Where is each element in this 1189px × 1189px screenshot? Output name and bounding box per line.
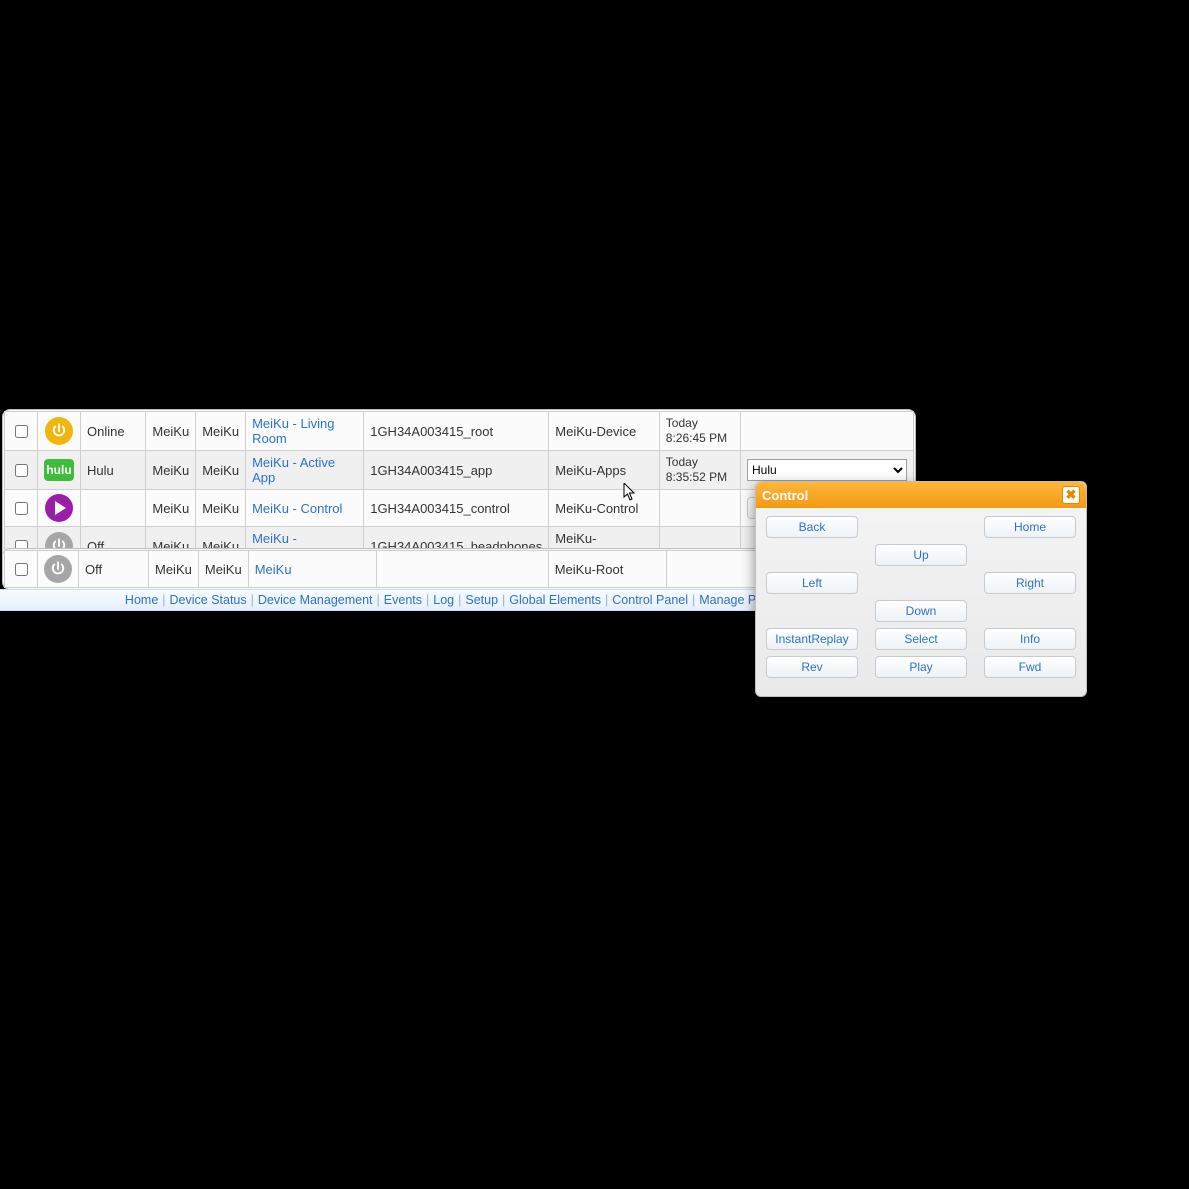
footer-link[interactable]: Log: [433, 593, 454, 607]
device-code: 1GH34A003415_root: [370, 424, 493, 439]
footer-link[interactable]: Home: [125, 593, 158, 607]
time-day: Today: [666, 455, 698, 469]
select-button[interactable]: Select: [875, 628, 967, 650]
app-select[interactable]: Hulu: [747, 459, 907, 481]
up-button[interactable]: Up: [875, 544, 967, 566]
row-checkbox[interactable]: [15, 502, 28, 515]
device-code: 1GH34A003415_control: [370, 501, 510, 516]
dialog-header[interactable]: Control ✖: [756, 482, 1086, 508]
vendor1: MeiKu: [152, 463, 189, 478]
dialog-title: Control: [762, 488, 1062, 503]
close-icon[interactable]: ✖: [1062, 486, 1080, 504]
play-icon: [45, 494, 73, 522]
vendor2: MeiKu: [202, 424, 239, 439]
status-text: Online: [87, 424, 125, 439]
footer-link[interactable]: Device Status: [170, 593, 247, 607]
footer-link[interactable]: Setup: [465, 593, 498, 607]
time-day: Today: [666, 416, 698, 430]
row-checkbox[interactable]: [15, 563, 28, 576]
device-type: MeiKu-Apps: [555, 463, 626, 478]
vendor1: MeiKu: [152, 501, 189, 516]
vendor1: MeiKu: [155, 562, 192, 577]
power-icon: [44, 555, 72, 583]
footer-link[interactable]: Control Panel: [612, 593, 688, 607]
back-button[interactable]: Back: [766, 516, 858, 538]
device-type: MeiKu-Device: [555, 424, 636, 439]
vendor1: MeiKu: [152, 424, 189, 439]
time-hms: 8:35:52 PM: [666, 470, 727, 484]
right-button[interactable]: Right: [984, 572, 1076, 594]
device-name-link[interactable]: MeiKu - Control: [252, 501, 342, 516]
fwd-button[interactable]: Fwd: [984, 656, 1076, 678]
device-type: MeiKu-Control: [555, 501, 638, 516]
status-text: Off: [85, 562, 102, 577]
play-button[interactable]: Play: [875, 656, 967, 678]
row-checkbox[interactable]: [15, 464, 28, 477]
home-button[interactable]: Home: [984, 516, 1076, 538]
device-name-link[interactable]: MeiKu - Active App: [252, 455, 335, 485]
table-row: Online MeiKu MeiKu MeiKu - Living Room 1GH34…: [5, 412, 914, 451]
info-button[interactable]: Info: [984, 628, 1076, 650]
footer-link[interactable]: Global Elements: [509, 593, 601, 607]
hulu-icon: hulu: [44, 459, 74, 481]
time-hms: 8:26:45 PM: [666, 431, 727, 445]
status-text: Hulu: [87, 463, 114, 478]
control-dialog: Control ✖ Back Home Up Left Right Down I…: [755, 481, 1087, 697]
device-type: MeiKu-Root: [555, 562, 624, 577]
vendor2: MeiKu: [202, 463, 239, 478]
row-checkbox[interactable]: [15, 425, 28, 438]
device-code: 1GH34A003415_app: [370, 463, 492, 478]
power-icon: [45, 417, 73, 445]
left-button[interactable]: Left: [766, 572, 858, 594]
rev-button[interactable]: Rev: [766, 656, 858, 678]
device-name-link[interactable]: MeiKu: [255, 562, 292, 577]
device-name-link[interactable]: MeiKu - Living Room: [252, 416, 334, 446]
down-button[interactable]: Down: [875, 600, 967, 622]
footer-link[interactable]: Device Management: [258, 593, 373, 607]
vendor2: MeiKu: [202, 501, 239, 516]
footer-link[interactable]: Events: [384, 593, 422, 607]
vendor2: MeiKu: [205, 562, 242, 577]
instantreplay-button[interactable]: InstantReplay: [766, 628, 858, 650]
dialog-body: Back Home Up Left Right Down InstantRepl…: [756, 508, 1086, 688]
